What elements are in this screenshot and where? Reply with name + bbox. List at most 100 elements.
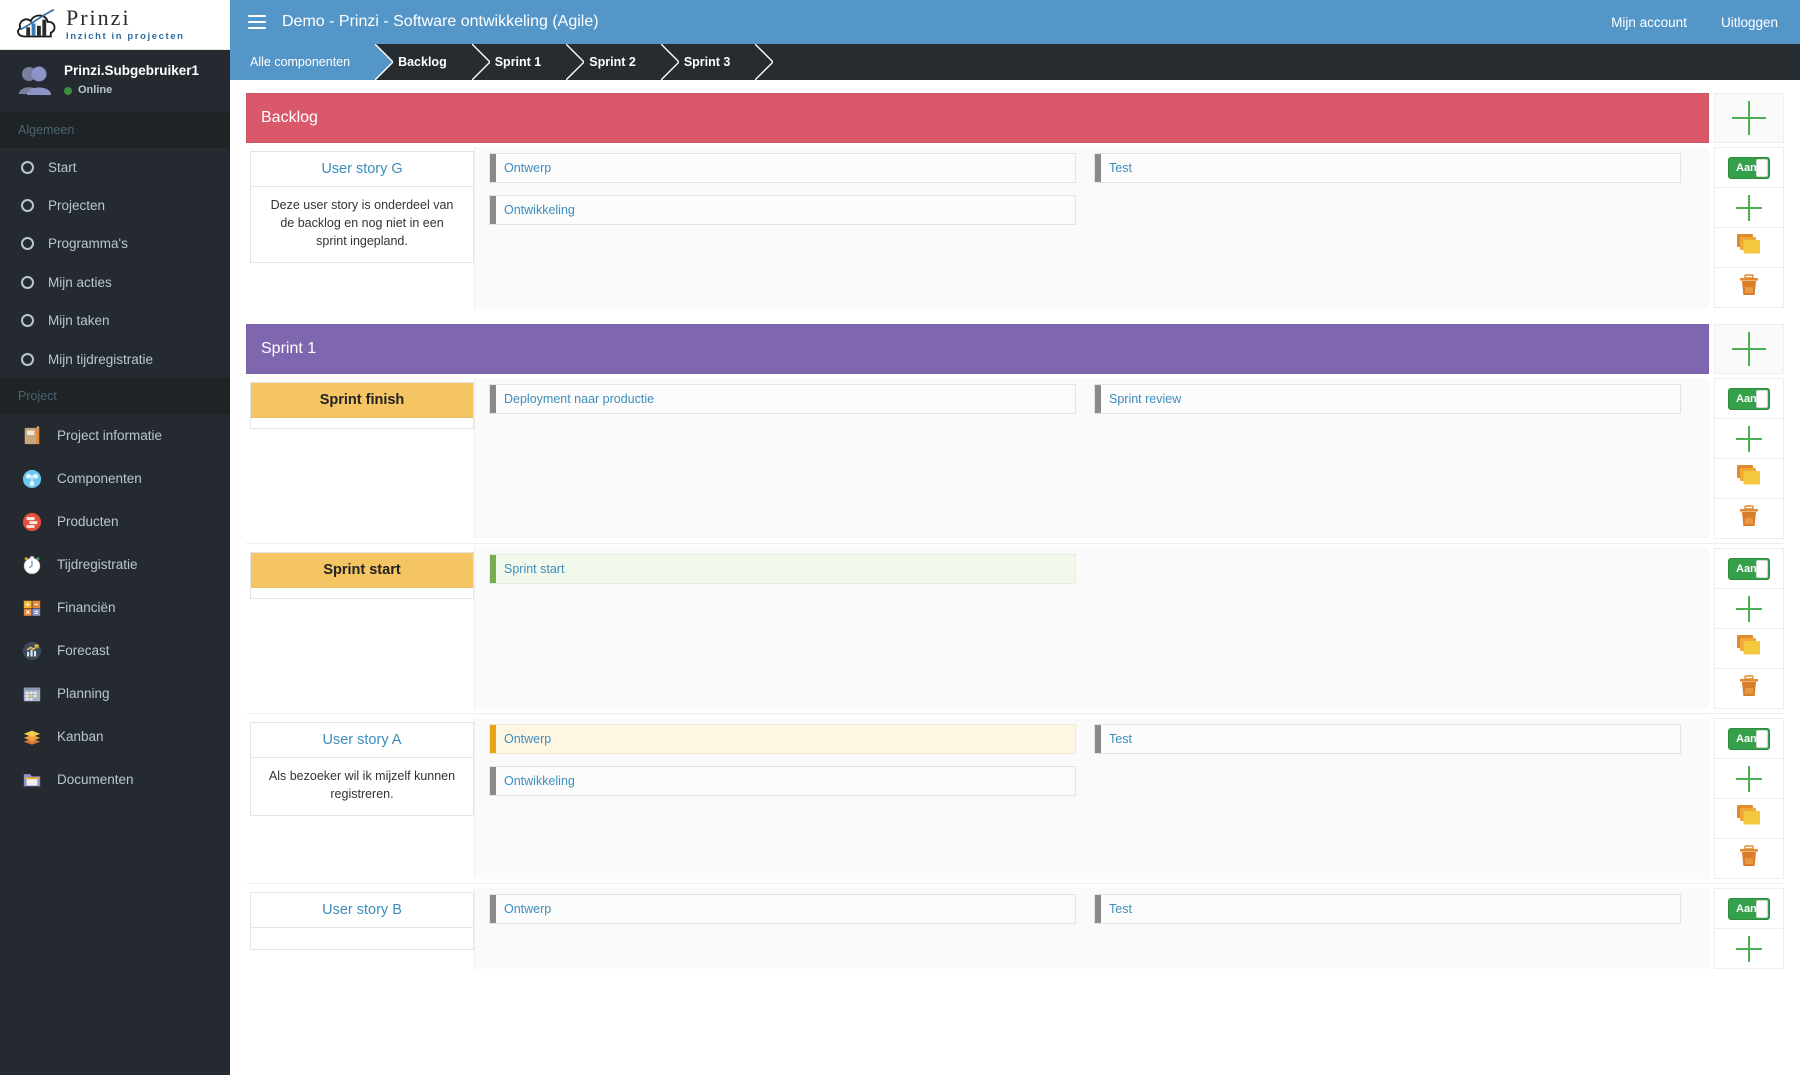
circle-icon [21, 275, 34, 289]
my-account-link[interactable]: Mijn account [1611, 15, 1687, 30]
sidebar-item-programmas[interactable]: Programma's [0, 225, 230, 263]
status-toggle[interactable]: Aan [1715, 379, 1783, 419]
sidebar-item-mijn-acties[interactable]: Mijn acties [0, 263, 230, 301]
hamburger-menu-icon[interactable] [248, 15, 266, 29]
nav-general: Start Projecten Programma's Mijn acties … [0, 148, 230, 378]
products-icon [21, 511, 43, 533]
task-card[interactable]: Ontwerp [489, 153, 1076, 183]
toggle-switch: Aan [1728, 557, 1770, 580]
add-task-button[interactable] [1715, 929, 1783, 969]
task-column-left: Ontwerp Ontwikkeling [489, 724, 1094, 873]
toggle-switch: Aan [1728, 897, 1770, 920]
sidebar-item-forecast[interactable]: Forecast [0, 629, 230, 672]
section-add-button[interactable] [1714, 93, 1784, 143]
chevron-right-icon [755, 44, 774, 80]
breadcrumb-label: Alle componenten [250, 55, 351, 69]
duplicate-button[interactable] [1715, 459, 1783, 499]
delete-button[interactable] [1715, 499, 1783, 539]
task-label: Ontwikkeling [504, 774, 575, 788]
story-card[interactable]: Sprint start [250, 552, 474, 599]
status-toggle[interactable]: Aan [1715, 889, 1783, 929]
sidebar-item-kanban[interactable]: Kanban [0, 715, 230, 758]
sidebar-item-tijdregistratie[interactable]: Tijdregistratie [0, 543, 230, 586]
section-add-button[interactable] [1714, 324, 1784, 374]
add-task-button[interactable] [1715, 419, 1783, 459]
story-card[interactable]: User story B [250, 892, 474, 950]
row-actions: Aan [1714, 888, 1784, 969]
sidebar-item-componenten[interactable]: Componenten [0, 457, 230, 500]
story-description: Deze user story is onderdeel van de back… [270, 198, 454, 249]
task-card[interactable]: Ontwerp [489, 724, 1076, 754]
story-row: User story G Deze user story is onderdee… [246, 147, 1784, 308]
story-description: Als bezoeker wil ik mijzelf kunnen regis… [268, 769, 456, 802]
sidebar-item-label: Project informatie [57, 428, 163, 444]
story-card[interactable]: Sprint finish [250, 382, 474, 429]
story-card[interactable]: User story A Als bezoeker wil ik mijzelf… [250, 722, 474, 817]
task-card[interactable]: Sprint review [1094, 384, 1681, 414]
task-card[interactable]: Deployment naar productie [489, 384, 1076, 414]
user-panel[interactable]: Prinzi.Subgebruiker1 Online [0, 50, 230, 112]
sidebar-item-planning[interactable]: Planning [0, 672, 230, 715]
task-card[interactable]: Sprint start [489, 554, 1076, 584]
brand-tagline: Inzicht in projecten [66, 31, 185, 43]
task-card[interactable]: Test [1094, 724, 1681, 754]
user-name: Prinzi.Subgebruiker1 [64, 62, 200, 78]
row-actions: Aan [1714, 147, 1784, 308]
sidebar-item-label: Tijdregistratie [57, 557, 138, 573]
sidebar-item-start[interactable]: Start [0, 148, 230, 186]
sidebar-item-documenten[interactable]: Documenten [0, 758, 230, 801]
sidebar-item-label: Financiën [57, 600, 116, 616]
sidebar-item-financien[interactable]: Financiën [0, 586, 230, 629]
app-root: Prinzi Inzicht in projecten Prinzi.Subge… [0, 0, 1800, 1075]
task-card[interactable]: Ontwikkeling [489, 195, 1076, 225]
sidebar-item-label: Projecten [48, 198, 106, 214]
add-task-button[interactable] [1715, 188, 1783, 228]
tasks-area: Ontwerp Ontwikkeling Test [474, 147, 1709, 308]
logout-link[interactable]: Uitloggen [1721, 15, 1778, 30]
tasks-area: Ontwerp Ontwikkeling Test [474, 718, 1709, 879]
duplicate-button[interactable] [1715, 799, 1783, 839]
sidebar-item-mijn-tijdregistratie[interactable]: Mijn tijdregistratie [0, 340, 230, 378]
delete-button[interactable] [1715, 839, 1783, 879]
circle-icon [21, 199, 34, 213]
task-label: Test [1109, 732, 1132, 746]
task-card[interactable]: Test [1094, 153, 1681, 183]
breadcrumb-item-alle-componenten[interactable]: Alle componenten [230, 44, 394, 80]
status-toggle[interactable]: Aan [1715, 719, 1783, 759]
trash-icon [1737, 674, 1761, 703]
calculator-icon [21, 597, 43, 619]
cloud-bar-chart-logo-icon [14, 5, 60, 45]
sidebar-item-projecten[interactable]: Projecten [0, 186, 230, 224]
story-card[interactable]: User story G Deze user story is onderdee… [250, 151, 474, 264]
status-toggle[interactable]: Aan [1715, 549, 1783, 589]
breadcrumb-label: Sprint 3 [683, 55, 731, 69]
task-card[interactable]: Ontwerp [489, 894, 1076, 924]
task-card[interactable]: Test [1094, 894, 1681, 924]
task-label: Sprint start [504, 562, 565, 576]
trash-icon [1737, 844, 1761, 873]
sidebar-item-project-informatie[interactable]: Project informatie [0, 414, 230, 457]
brand-logo[interactable]: Prinzi Inzicht in projecten [0, 0, 230, 50]
task-card[interactable]: Ontwikkeling [489, 766, 1076, 796]
story-description [251, 928, 473, 949]
online-status-dot-icon [64, 86, 72, 95]
delete-button[interactable] [1715, 268, 1783, 308]
section-header-row: Sprint 1 [246, 324, 1784, 374]
folder-icon [21, 769, 43, 791]
brand-text: Prinzi Inzicht in projecten [66, 7, 185, 42]
user-status: Online [64, 83, 199, 98]
story-description [251, 418, 473, 428]
status-toggle[interactable]: Aan [1715, 148, 1783, 188]
sidebar-item-mijn-taken[interactable]: Mijn taken [0, 302, 230, 340]
add-task-button[interactable] [1715, 589, 1783, 629]
duplicate-button[interactable] [1715, 629, 1783, 669]
add-task-button[interactable] [1715, 759, 1783, 799]
sidebar-item-label: Forecast [57, 643, 110, 659]
toggle-switch: Aan [1728, 387, 1770, 410]
sidebar-item-producten[interactable]: Producten [0, 500, 230, 543]
delete-button[interactable] [1715, 669, 1783, 709]
section-title: Sprint 1 [246, 324, 1709, 374]
duplicate-button[interactable] [1715, 228, 1783, 268]
main-area: Demo - Prinzi - Software ontwikkeling (A… [230, 0, 1800, 1075]
toggle-switch: Aan [1728, 156, 1770, 179]
